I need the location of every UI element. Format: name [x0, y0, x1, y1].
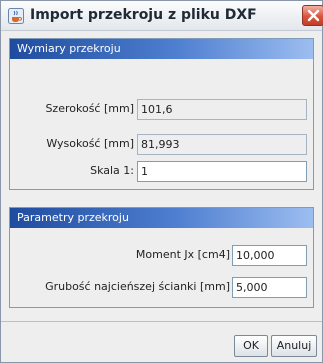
java-coffee-icon	[8, 8, 24, 24]
close-button[interactable]	[302, 5, 323, 26]
scale-label: Skala 1:	[90, 164, 134, 177]
thickness-input[interactable]: 5,000	[232, 277, 307, 298]
height-label: Wysokość [mm]	[46, 137, 134, 150]
ok-button[interactable]: OK	[234, 335, 268, 357]
cancel-button[interactable]: Anuluj	[271, 335, 317, 357]
window-title: Import przekroju z pliku DXF	[30, 7, 257, 23]
title-bar[interactable]: Import przekroju z pliku DXF	[1, 1, 323, 31]
width-field: 101,6	[137, 99, 307, 120]
import-dxf-dialog: Import przekroju z pliku DXF Wymiary prz…	[0, 0, 323, 363]
scale-input[interactable]: 1	[137, 161, 307, 182]
moment-input[interactable]: 10,000	[232, 245, 307, 266]
thickness-label: Grubość najcieńszej ścianki [mm]	[45, 280, 230, 293]
dimensions-group: Wymiary przekroju Szerokość [mm] 101,6 W…	[9, 38, 314, 190]
parameters-group: Parametry przekroju Moment Jx [cm4] 10,0…	[9, 207, 314, 308]
close-icon	[307, 9, 320, 22]
width-label: Szerokość [mm]	[45, 102, 134, 115]
parameters-group-title: Parametry przekroju	[10, 208, 313, 228]
button-separator	[1, 321, 322, 322]
moment-label: Moment Jx [cm4]	[135, 248, 230, 261]
height-field: 81,993	[137, 134, 307, 155]
dimensions-group-title: Wymiary przekroju	[10, 39, 313, 59]
